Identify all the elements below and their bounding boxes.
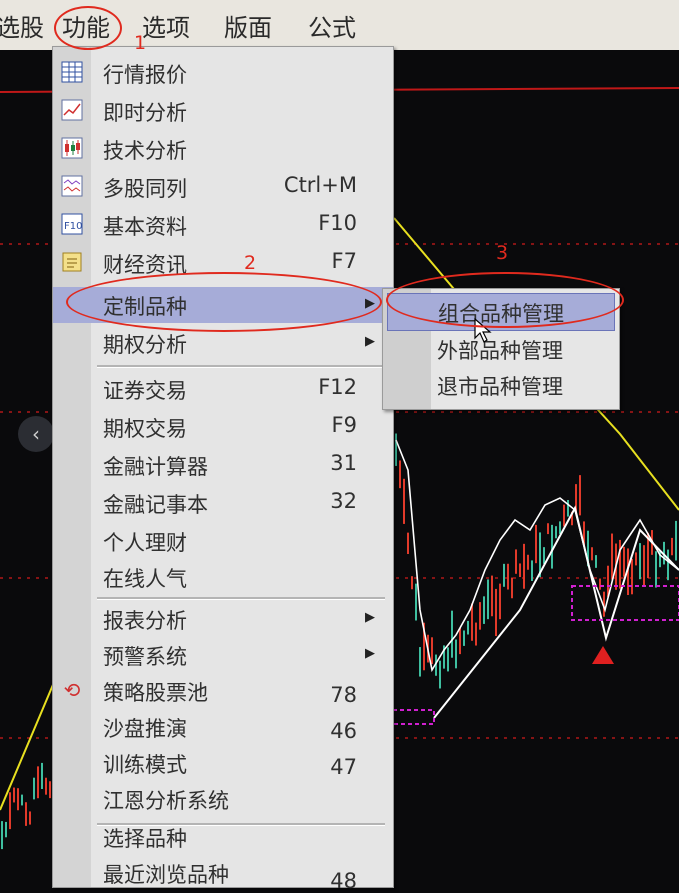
submenu-arrow-icon: ▶ (365, 610, 375, 625)
menu-item-shortcut: 48 (330, 869, 357, 893)
menu-item-alert-system[interactable]: 预警系统 ▶ (53, 637, 393, 673)
submenu-item-external-manage[interactable]: 外部品种管理 (383, 331, 619, 367)
menu-item-label: 个人理财 (103, 531, 187, 555)
menu-item-label: 期权交易 (103, 417, 187, 441)
menu-item-personal-finance[interactable]: 个人理财 (53, 523, 393, 559)
menu-item-gann-analysis[interactable]: 江恩分析系统 (53, 781, 393, 817)
annotation-circle-1 (54, 6, 122, 50)
menu-item-report-analysis[interactable]: 报表分析 ▶ (53, 601, 393, 637)
menu-item-recent-variety[interactable]: 最近浏览品种 48 (53, 855, 393, 893)
menu-item-realtime[interactable]: 即时分析 (53, 93, 393, 129)
f10-icon: F10 (61, 213, 83, 235)
annotation-number-2: 2 (244, 252, 257, 274)
menu-item-training-mode[interactable]: 训练模式 47 (53, 745, 393, 781)
submenu-item-delisted-manage[interactable]: 退市品种管理 (383, 367, 619, 403)
menu-item-label: 即时分析 (103, 101, 187, 125)
menu-item-shortcut: 31 (330, 451, 357, 475)
menu-separator (97, 365, 385, 368)
menu-item-label: 金融计算器 (103, 455, 208, 479)
menu-item-select-variety[interactable]: 选择品种 (53, 819, 393, 855)
menu-formula[interactable]: 公式 (308, 8, 356, 43)
menu-item-multi-stock[interactable]: 多股同列 Ctrl+M (53, 169, 393, 205)
menu-item-label: 多股同列 (103, 177, 187, 201)
menu-item-label: 证券交易 (103, 379, 187, 403)
annotation-number-1: 1 (134, 32, 147, 54)
menu-layout[interactable]: 版面 (224, 8, 272, 43)
menu-item-online-popularity[interactable]: 在线人气 (53, 559, 393, 595)
menu-item-shortcut: F12 (318, 375, 357, 399)
menu-item-label: 行情报价 (103, 63, 187, 87)
menu-item-option-trade[interactable]: 期权交易 F9 (53, 409, 393, 445)
menu-item-label: 报表分析 (103, 609, 187, 633)
menu-select-stock[interactable]: 选股 (0, 8, 44, 43)
menu-item-notebook[interactable]: 金融记事本 32 (53, 485, 393, 521)
menu-item-label: 选择品种 (103, 827, 187, 851)
menu-item-label: 沙盘推演 (103, 717, 187, 741)
menu-item-label: 训练模式 (103, 753, 187, 777)
menu-separator (97, 597, 385, 600)
refresh-icon: ⟲ (63, 678, 81, 702)
submenu-arrow-icon: ▶ (365, 646, 375, 661)
previous-arrow-button[interactable]: ‹ (18, 416, 54, 452)
menu-item-sandbox[interactable]: 沙盘推演 46 (53, 709, 393, 745)
menu-item-shortcut: 32 (330, 489, 357, 513)
submenu-item-label: 退市品种管理 (437, 375, 563, 399)
menu-item-label: 技术分析 (103, 139, 187, 163)
menu-item-strategy-pool[interactable]: ⟲ 策略股票池 78 (53, 673, 393, 709)
menu-item-calculator[interactable]: 金融计算器 31 (53, 447, 393, 483)
menu-item-securities-trade[interactable]: 证券交易 F12 (53, 371, 393, 407)
menu-item-shortcut: 47 (330, 755, 357, 779)
menu-item-label: 金融记事本 (103, 493, 208, 517)
annotation-circle-3 (386, 272, 624, 328)
menu-item-label: 最近浏览品种 (103, 863, 229, 887)
menu-item-label: 在线人气 (103, 567, 187, 591)
annotation-circle-2 (66, 272, 382, 332)
menu-options[interactable]: 选项 (142, 8, 190, 43)
submenu-item-label: 外部品种管理 (437, 339, 563, 363)
menu-item-label: 期权分析 (103, 333, 187, 357)
news-icon (62, 252, 82, 272)
submenu-arrow-icon: ▶ (365, 334, 375, 349)
menu-item-shortcut: 46 (330, 719, 357, 743)
menu-item-shortcut: F9 (331, 413, 357, 437)
menu-item-label: 预警系统 (103, 645, 187, 669)
menu-item-technical[interactable]: 技术分析 (53, 131, 393, 167)
menu-item-shortcut: F10 (318, 211, 357, 235)
menu-item-basic-info[interactable]: F10 基本资料 F10 (53, 207, 393, 243)
menu-item-shortcut: Ctrl+M (283, 173, 357, 197)
quote-table-icon (61, 61, 83, 83)
menu-item-shortcut: F7 (331, 249, 357, 273)
menu-item-label: 策略股票池 (103, 681, 208, 705)
function-dropdown-menu: 行情报价 即时分析 技术分析 多股同列 Ctrl+M F10 基本资料 F10 … (52, 46, 394, 893)
svg-text:F10: F10 (64, 221, 82, 232)
menu-item-label: 江恩分析系统 (103, 789, 229, 813)
realtime-chart-icon (61, 99, 83, 121)
multi-stock-icon (61, 175, 83, 197)
menu-item-quote[interactable]: 行情报价 (53, 55, 393, 91)
annotation-number-3: 3 (496, 242, 509, 264)
candlestick-icon (61, 137, 83, 159)
menu-item-shortcut: 78 (330, 683, 357, 707)
menu-item-label: 基本资料 (103, 215, 187, 239)
